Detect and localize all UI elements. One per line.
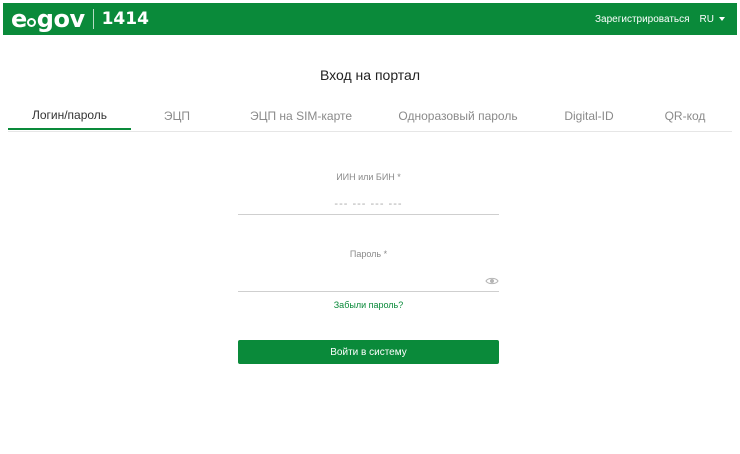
tab-label: Логин/пароль — [31, 107, 108, 122]
logo-separator — [92, 9, 94, 29]
logo-letter-e: e — [11, 5, 27, 33]
tab-one-time-password[interactable]: Одноразовый пароль — [379, 101, 537, 130]
top-header: e gov 1414 Зарегистрироваться RU — [3, 3, 737, 35]
iin-field-group: ИИН или БИН * — [238, 172, 499, 215]
tab-label: Одноразовый пароль — [398, 108, 518, 123]
language-selector[interactable]: RU — [700, 14, 725, 25]
page-title: Вход на портал — [319, 67, 421, 83]
login-page: e gov 1414 Зарегистрироваться RU Вход на … — [0, 0, 740, 454]
logo-dot-icon — [26, 17, 36, 27]
forgot-password-link[interactable]: Забыли пароль? — [238, 300, 499, 310]
tab-eds-sim[interactable]: ЭЦП на SIM-карте — [223, 101, 379, 130]
submit-row: Войти в систему — [238, 340, 499, 364]
iin-label: ИИН или БИН * — [336, 172, 401, 182]
tab-label: ЭЦП — [163, 108, 191, 123]
iin-input[interactable] — [238, 193, 499, 215]
tab-login-password[interactable]: Логин/пароль — [8, 101, 131, 130]
language-label: RU — [699, 13, 714, 25]
logo-letters-gov: gov — [36, 5, 85, 33]
forgot-password-row: Забыли пароль? — [238, 300, 499, 310]
eye-icon[interactable] — [485, 275, 499, 287]
password-input[interactable] — [238, 270, 499, 292]
egov-logo[interactable]: e gov 1414 — [11, 3, 149, 35]
auth-method-tabs: Логин/пароль ЭЦП ЭЦП на SIM-карте Однора… — [8, 101, 732, 132]
logo-wordmark: e gov — [11, 5, 85, 33]
tab-label: ЭЦП на SIM-карте — [249, 108, 353, 123]
login-button[interactable]: Войти в систему — [238, 340, 499, 364]
password-wrapper — [238, 270, 499, 292]
tab-digital-id[interactable]: Digital-ID — [537, 101, 641, 130]
support-phone[interactable]: 1414 — [102, 9, 149, 29]
header-actions: Зарегистрироваться RU — [595, 14, 729, 25]
caret-down-icon — [719, 17, 725, 21]
tab-label: Digital-ID — [564, 108, 614, 123]
tab-eds[interactable]: ЭЦП — [131, 101, 223, 130]
password-field-group: Пароль * — [238, 249, 499, 292]
password-label: Пароль * — [349, 249, 388, 259]
tab-qr-code[interactable]: QR-код — [641, 101, 729, 130]
tab-label: QR-код — [664, 108, 706, 123]
register-link[interactable]: Зарегистрироваться — [595, 14, 690, 25]
